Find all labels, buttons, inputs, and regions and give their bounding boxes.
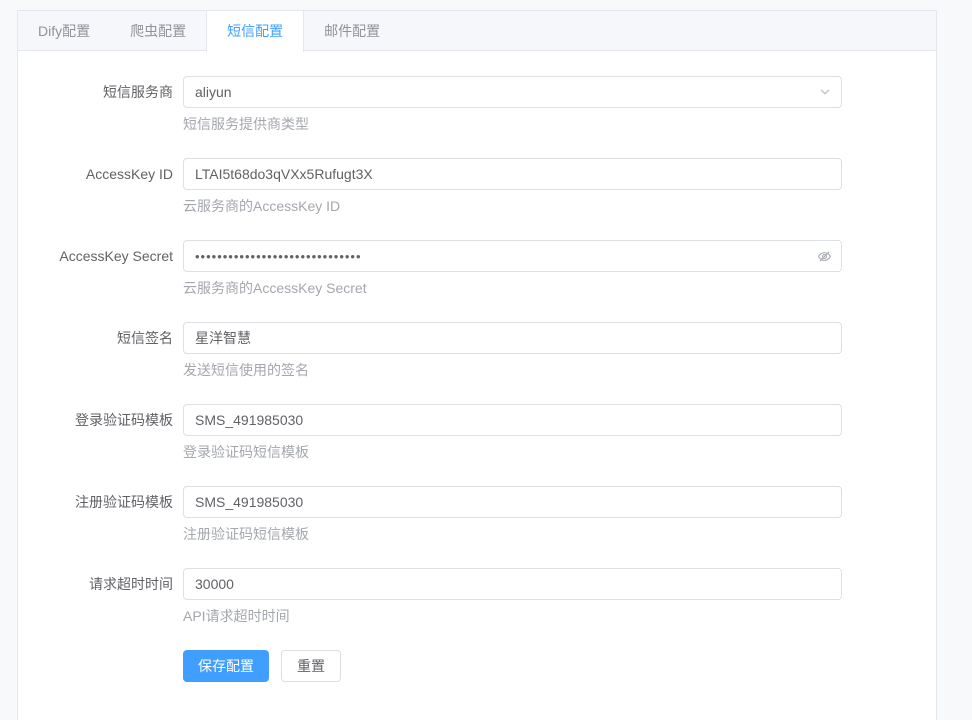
- register-template-help: 注册验证码短信模板: [183, 524, 842, 544]
- accesskey-id-help: 云服务商的AccessKey ID: [183, 196, 842, 216]
- tab-crawler-config[interactable]: 爬虫配置: [110, 11, 206, 51]
- login-template-help: 登录验证码短信模板: [183, 442, 842, 462]
- register-template-input-wrap: [183, 486, 842, 518]
- timeout-help: API请求超时时间: [183, 606, 842, 626]
- sms-sign-input-wrap: [183, 322, 842, 354]
- settings-card: Dify配置 爬虫配置 短信配置 邮件配置 短信服务商 短信服务提供商类型 Ac…: [17, 10, 937, 720]
- timeout-label: 请求超时时间: [33, 568, 183, 626]
- accesskey-secret-input[interactable]: [184, 241, 841, 271]
- accesskey-secret-label: AccessKey Secret: [33, 240, 183, 298]
- sms-sign-help: 发送短信使用的签名: [183, 360, 842, 380]
- accesskey-secret-input-wrap: [183, 240, 842, 272]
- login-template-label: 登录验证码模板: [33, 404, 183, 462]
- form-actions: 保存配置 重置: [183, 650, 921, 682]
- form-item-login-template: 登录验证码模板 登录验证码短信模板: [33, 404, 921, 462]
- sms-provider-value[interactable]: [184, 77, 841, 107]
- login-template-input[interactable]: [184, 405, 841, 435]
- accesskey-id-input-wrap: [183, 158, 842, 190]
- form-item-timeout: 请求超时时间 API请求超时时间: [33, 568, 921, 626]
- accesskey-id-label: AccessKey ID: [33, 158, 183, 216]
- tab-mail-config[interactable]: 邮件配置: [304, 11, 400, 51]
- register-template-input[interactable]: [184, 487, 841, 517]
- form-item-accesskey-secret: AccessKey Secret 云服务商的AccessKey Secret: [33, 240, 921, 298]
- accesskey-secret-help: 云服务商的AccessKey Secret: [183, 278, 842, 298]
- tab-bar: Dify配置 爬虫配置 短信配置 邮件配置: [18, 11, 936, 51]
- chevron-down-icon[interactable]: [818, 77, 832, 107]
- login-template-input-wrap: [183, 404, 842, 436]
- form-item-sms-sign: 短信签名 发送短信使用的签名: [33, 322, 921, 380]
- reset-button[interactable]: 重置: [281, 650, 341, 682]
- accesskey-id-input[interactable]: [184, 159, 841, 189]
- timeout-input-wrap: [183, 568, 842, 600]
- register-template-label: 注册验证码模板: [33, 486, 183, 544]
- tab-dify-config[interactable]: Dify配置: [18, 11, 110, 51]
- form-item-accesskey-id: AccessKey ID 云服务商的AccessKey ID: [33, 158, 921, 216]
- form-item-register-template: 注册验证码模板 注册验证码短信模板: [33, 486, 921, 544]
- eye-off-icon[interactable]: [817, 241, 832, 271]
- sms-sign-label: 短信签名: [33, 322, 183, 380]
- tab-sms-config[interactable]: 短信配置: [206, 11, 304, 52]
- save-config-button[interactable]: 保存配置: [183, 650, 269, 682]
- sms-provider-select[interactable]: [183, 76, 842, 108]
- sms-sign-input[interactable]: [184, 323, 841, 353]
- sms-config-form: 短信服务商 短信服务提供商类型 AccessKey ID 云服务商的Access…: [18, 51, 936, 682]
- sms-provider-help: 短信服务提供商类型: [183, 114, 842, 134]
- form-item-sms-provider: 短信服务商 短信服务提供商类型: [33, 76, 921, 134]
- timeout-input[interactable]: [184, 569, 841, 599]
- sms-provider-label: 短信服务商: [33, 76, 183, 134]
